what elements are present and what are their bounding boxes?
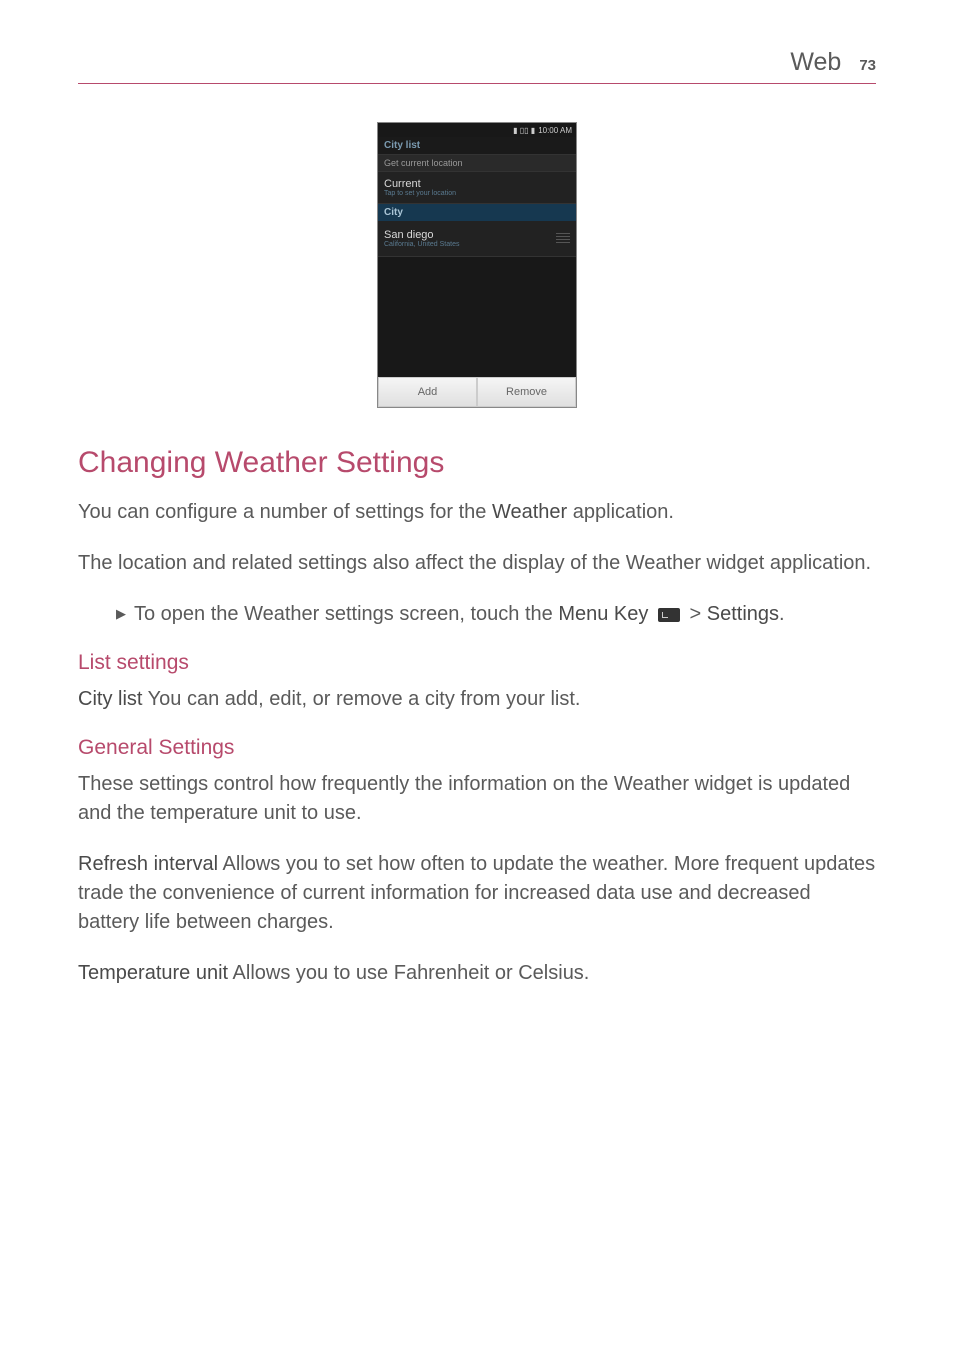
phone-screenshot: ▮ ▯▯ ▮ 10:00 AM City list Get current lo… xyxy=(377,122,577,408)
menu-key-icon xyxy=(658,608,680,622)
subheading-list-settings: List settings xyxy=(78,651,876,675)
paragraph-temperature-unit: Temperature unit Allows you to use Fahre… xyxy=(78,959,876,988)
text: Allows you to use Fahrenheit or Celsius. xyxy=(228,962,589,984)
text: You can configure a number of settings f… xyxy=(78,501,492,523)
menu-key-label: Menu Key xyxy=(558,603,648,625)
screenshot-container: ▮ ▯▯ ▮ 10:00 AM City list Get current lo… xyxy=(78,122,876,408)
setting-label: Refresh interval xyxy=(78,853,218,875)
paragraph-refresh-interval: Refresh interval Allows you to set how o… xyxy=(78,850,876,937)
paragraph-widget: The location and related settings also a… xyxy=(78,549,876,578)
city-name: San diego xyxy=(384,229,459,241)
settings-label: Settings xyxy=(707,603,779,625)
text: You can add, edit, or remove a city from… xyxy=(142,688,580,710)
button-row: Add Remove xyxy=(378,377,576,407)
page-header: Web 73 xyxy=(78,48,876,84)
section-heading: Changing Weather Settings xyxy=(78,446,876,480)
city-row[interactable]: San diego California, United States xyxy=(378,221,576,257)
current-location-row[interactable]: Current Tap to set your location xyxy=(378,172,576,204)
paragraph-general-desc: These settings control how frequently th… xyxy=(78,770,876,828)
remove-button[interactable]: Remove xyxy=(477,377,576,407)
current-title: Current xyxy=(384,178,570,190)
setting-label: Temperature unit xyxy=(78,962,228,984)
status-bar: ▮ ▯▯ ▮ 10:00 AM xyxy=(378,123,576,137)
bullet-icon: ▶ xyxy=(116,600,126,629)
city-sub: California, United States xyxy=(384,241,459,248)
empty-list-area xyxy=(378,257,576,377)
signal-icon: ▮ ▯▯ ▮ xyxy=(513,126,535,135)
document-page: Web 73 ▮ ▯▯ ▮ 10:00 AM City list Get cur… xyxy=(0,0,954,1070)
section-get-current: Get current location xyxy=(378,154,576,172)
text: . xyxy=(779,603,785,625)
page-number: 73 xyxy=(859,57,876,74)
text: > xyxy=(684,603,707,625)
paragraph-intro: You can configure a number of settings f… xyxy=(78,498,876,527)
text: application. xyxy=(567,501,674,523)
add-button[interactable]: Add xyxy=(378,377,477,407)
bullet-open-settings: ▶ To open the Weather settings screen, t… xyxy=(116,600,876,629)
setting-label: City list xyxy=(78,688,142,710)
header-title: Web xyxy=(790,48,841,77)
drag-handle-icon[interactable] xyxy=(556,233,570,245)
screen-title: City list xyxy=(378,137,576,154)
app-name: Weather xyxy=(492,501,567,523)
text: To open the Weather settings screen, tou… xyxy=(134,603,558,625)
current-sub: Tap to set your location xyxy=(384,190,570,197)
city-section-header: City xyxy=(378,204,576,221)
status-time: 10:00 AM xyxy=(538,126,572,135)
bullet-text: To open the Weather settings screen, tou… xyxy=(134,600,785,629)
paragraph-city-list: City list You can add, edit, or remove a… xyxy=(78,685,876,714)
subheading-general-settings: General Settings xyxy=(78,736,876,760)
